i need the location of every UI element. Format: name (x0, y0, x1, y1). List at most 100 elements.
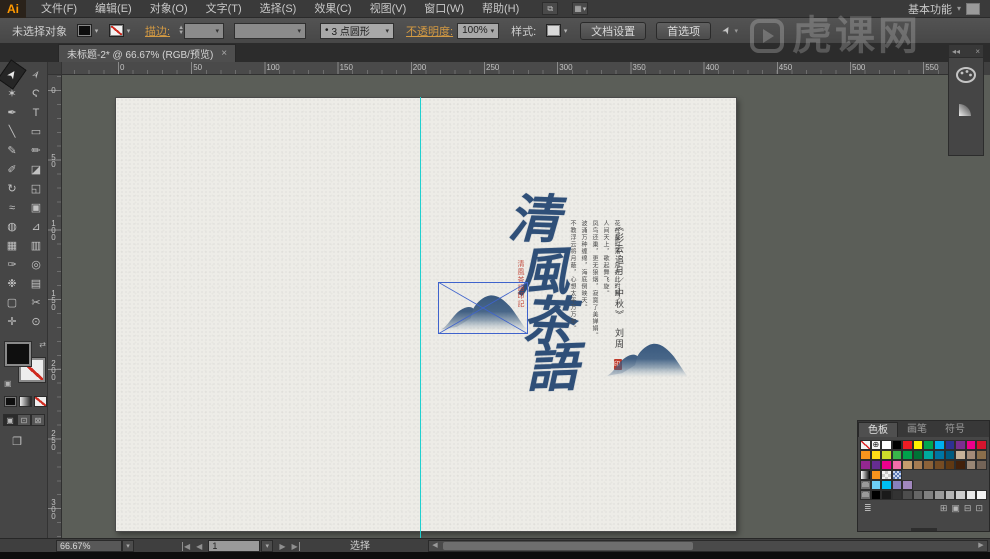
shape-builder-tool[interactable]: ◍ (0, 217, 24, 236)
swatch-color[interactable] (955, 490, 966, 500)
scroll-right-icon[interactable]: ▶ (975, 541, 987, 551)
default-fill-stroke-icon[interactable]: ▣ (4, 379, 12, 388)
menu-item-5[interactable]: 效果(C) (305, 0, 360, 18)
menu-item-7[interactable]: 窗口(W) (415, 0, 473, 18)
artboard-number-field[interactable]: 1 (208, 540, 261, 552)
swatch-color[interactable] (891, 450, 903, 460)
panel-resize-grip[interactable] (910, 528, 937, 531)
swatch-color[interactable] (902, 440, 913, 450)
swatch-color[interactable] (902, 460, 913, 470)
swatch-color[interactable] (881, 450, 892, 460)
scrollbar-thumb[interactable] (443, 542, 693, 550)
width-tool[interactable]: ≈ (0, 198, 24, 217)
slice-tool[interactable]: ✂ (24, 293, 48, 312)
swatch-color[interactable] (891, 490, 903, 500)
swatch-color[interactable] (976, 460, 987, 470)
swatch-color[interactable] (955, 440, 966, 450)
stroke-dropdown-icon[interactable]: ▾ (124, 24, 133, 37)
zoom-dropdown-icon[interactable]: ▾ (122, 540, 134, 552)
poem-columns[interactable]: 花在此时落，月在此时圆。 人间天上，歌起舞飞旋。 凤鸟还巢，更无狼烟，寂寞了美婵娟。… (568, 220, 620, 339)
color-panel-icon[interactable] (949, 58, 983, 92)
swatch-color[interactable] (923, 460, 935, 470)
prev-artboard-icon[interactable]: ◀ (196, 542, 202, 551)
column-graph-tool[interactable]: ▤ (24, 274, 48, 293)
eraser-tool[interactable]: ◪ (24, 160, 48, 179)
color-button[interactable] (4, 396, 17, 407)
document-tab[interactable]: 未标题-2* @ 66.67% (RGB/预览) × (58, 44, 237, 62)
perspective-grid-tool[interactable]: ⊿ (24, 217, 48, 236)
type-tool[interactable]: T (24, 103, 48, 122)
gradient-button[interactable] (19, 396, 32, 407)
swatch-color[interactable] (860, 460, 871, 470)
swatch-color[interactable] (891, 480, 903, 490)
close-icon[interactable]: × (221, 48, 227, 59)
hand-tool[interactable]: ✛ (0, 312, 24, 331)
guide-line[interactable] (420, 97, 421, 538)
menu-item-0[interactable]: 文件(F) (32, 0, 86, 18)
swatch-color[interactable] (934, 460, 945, 470)
swatch-color[interactable] (934, 450, 945, 460)
menu-item-1[interactable]: 编辑(E) (86, 0, 141, 18)
vertical-ruler[interactable]: 0 5 0 1 0 0 1 5 0 2 0 0 2 5 0 3 0 0 (48, 75, 62, 538)
tab-符号[interactable]: 符号 (936, 422, 974, 437)
symbol-sprayer-tool[interactable]: ❉ (0, 274, 24, 293)
tab-画笔[interactable]: 画笔 (898, 422, 936, 437)
selected-mountain-image[interactable] (438, 282, 528, 334)
swatch-color[interactable] (881, 440, 892, 450)
swatch-color[interactable] (976, 450, 987, 460)
swatch-color[interactable] (870, 480, 882, 490)
opacity-link[interactable]: 不透明度: (406, 23, 453, 39)
swatch-color[interactable] (912, 490, 924, 500)
swatch-color[interactable] (870, 490, 882, 500)
swatch-color[interactable] (881, 480, 892, 490)
fill-color-swatch[interactable] (77, 24, 92, 37)
swatch-color[interactable] (881, 460, 892, 470)
stroke-link[interactable]: 描边: (145, 23, 170, 39)
eyedropper-tool[interactable]: ✑ (0, 255, 24, 274)
swatch-color[interactable] (934, 440, 945, 450)
scroll-left-icon[interactable]: ◀ (429, 541, 441, 551)
swatch-options-icon[interactable]: ▣ (951, 503, 960, 514)
tab-色板[interactable]: 色板 (858, 422, 898, 437)
blob-brush-tool[interactable]: ✐ (0, 160, 24, 179)
horizontal-ruler[interactable]: 0 50 100 150 200 250 300 350 400 450 500 550 (62, 62, 948, 75)
swap-fill-stroke-icon[interactable]: ⇄ (39, 340, 46, 349)
swatch-color[interactable] (860, 450, 871, 460)
menu-item-6[interactable]: 视图(V) (361, 0, 416, 18)
swatch-color[interactable] (976, 440, 987, 450)
drawing-mode-1[interactable]: ⊡ (17, 414, 31, 426)
swatch-color[interactable] (976, 490, 987, 500)
preferences-button[interactable]: 首选项 (656, 21, 712, 40)
swatch-color[interactable] (902, 480, 913, 490)
swatch-color[interactable] (902, 450, 913, 460)
menu-item-2[interactable]: 对象(O) (141, 0, 197, 18)
swatch-color[interactable] (912, 460, 924, 470)
swatch-color[interactable] (891, 460, 903, 470)
gradient-panel-icon[interactable] (949, 92, 983, 126)
ruler-corner[interactable] (48, 62, 62, 75)
swatch-color[interactable] (944, 450, 956, 460)
paintbrush-tool[interactable]: ✎ (0, 141, 24, 160)
swatch-color[interactable] (923, 450, 935, 460)
swatch-color[interactable] (944, 460, 956, 470)
mountain-image[interactable] (604, 334, 689, 379)
first-artboard-icon[interactable]: ◀ (182, 541, 190, 551)
pointer-menu[interactable]: ➤ ▾ (720, 24, 738, 37)
brush-definition-select[interactable]: • 3 点圆形 ▾ (320, 22, 395, 39)
drawing-mode-0[interactable]: ▣ (3, 414, 17, 426)
swatch-color[interactable] (870, 450, 882, 460)
swatch-color[interactable] (965, 460, 977, 470)
workspace-switcher[interactable]: 基本功能 ▾ (908, 1, 982, 17)
swatch-color[interactable] (955, 450, 966, 460)
swatch-color[interactable] (912, 440, 924, 450)
swatch-color[interactable] (912, 450, 924, 460)
swatch-group-folder[interactable] (860, 490, 871, 500)
close-dock-icon[interactable]: × (975, 47, 980, 56)
swatch-color[interactable] (944, 440, 956, 450)
swatch-color[interactable] (870, 460, 882, 470)
swatch-pattern[interactable] (891, 470, 903, 480)
swatch-color[interactable] (870, 470, 882, 480)
swatch-color[interactable] (881, 490, 892, 500)
new-swatch-icon[interactable]: ⊡ (975, 503, 983, 514)
style-swatch[interactable] (546, 24, 562, 37)
